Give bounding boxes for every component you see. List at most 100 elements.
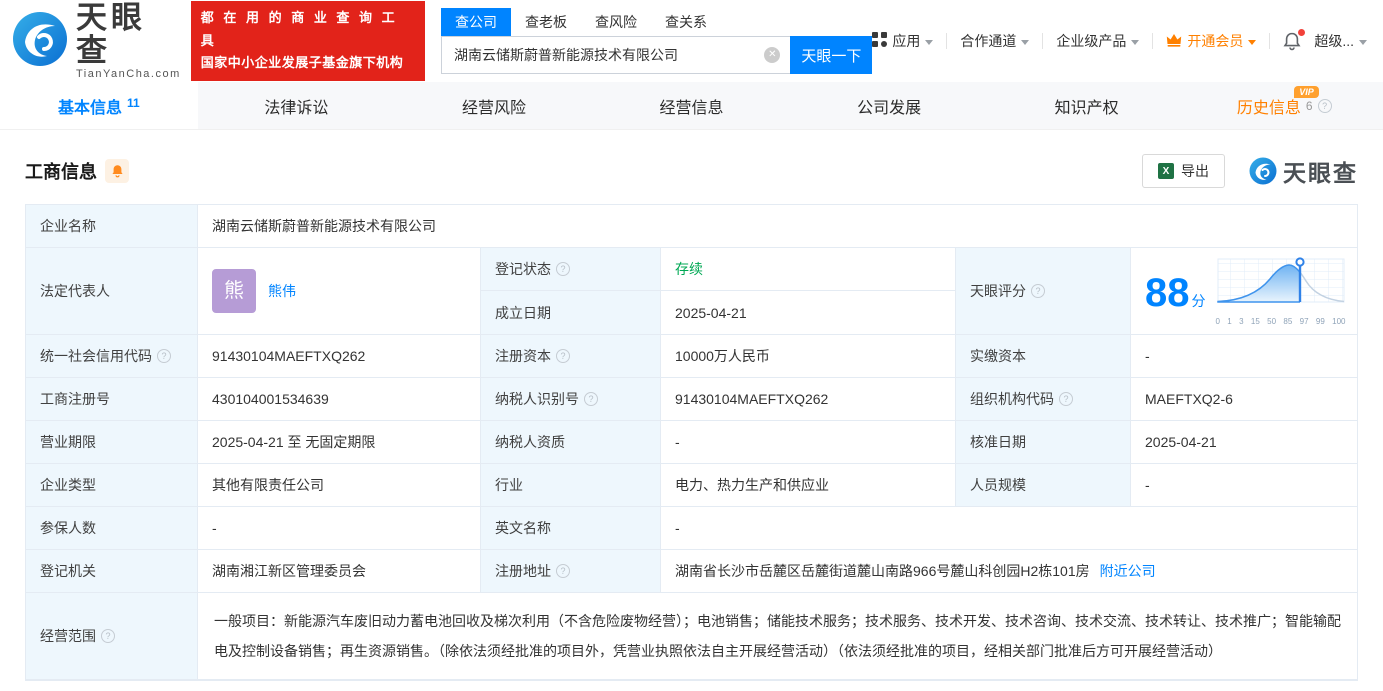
- taxpayer-quality-label: 纳税人资质: [481, 421, 661, 464]
- nav-enterprise-products[interactable]: 企业级产品: [1056, 31, 1139, 51]
- establish-date-value: 2025-04-21: [661, 291, 955, 334]
- reg-capital-label: 注册资本: [481, 335, 661, 378]
- approval-date-value: 2025-04-21: [1131, 421, 1357, 464]
- excel-icon: X: [1158, 163, 1174, 179]
- tab-business-label: 经营信息: [660, 94, 724, 118]
- nav-partner-channel[interactable]: 合作通道: [960, 31, 1029, 51]
- search-tab-relation[interactable]: 查关系: [651, 8, 721, 36]
- tab-company-development[interactable]: 公司发展: [790, 82, 988, 129]
- notification-bell[interactable]: [1283, 32, 1301, 51]
- org-code-label: 组织机构代码: [956, 378, 1131, 421]
- help-icon[interactable]: [584, 392, 598, 406]
- table-row: 工商注册号 430104001534639 纳税人识别号 91430104MAE…: [26, 378, 1357, 421]
- insured-count-value: -: [198, 507, 481, 550]
- search-tab-company[interactable]: 查公司: [441, 8, 511, 36]
- legal-rep-link[interactable]: 熊伟: [268, 281, 296, 301]
- table-row: 统一社会信用代码 91430104MAEFTXQ262 注册资本 10000万人…: [26, 335, 1357, 378]
- business-scope-label-text: 经营范围: [40, 626, 96, 646]
- reg-status-value: 存续: [661, 248, 955, 291]
- reg-authority-label: 登记机关: [26, 550, 198, 593]
- business-term-label: 营业期限: [26, 421, 198, 464]
- help-icon[interactable]: [556, 349, 570, 363]
- axis-tick: 85: [1283, 312, 1292, 332]
- tianyancha-logo[interactable]: 天眼查 TianYanCha.com: [12, 2, 181, 79]
- tab-ip-label: 知识产权: [1055, 94, 1119, 118]
- status-date-subgrid: 登记状态 存续 成立日期 2025-04-21: [481, 248, 956, 335]
- tab-operational-risk[interactable]: 经营风险: [395, 82, 593, 129]
- nav-super-vip[interactable]: 超级...: [1314, 31, 1367, 51]
- reg-address-label: 注册地址: [481, 550, 661, 593]
- axis-tick: 15: [1251, 312, 1260, 332]
- score-label-text: 天眼评分: [970, 281, 1026, 301]
- tab-legal-label: 法律诉讼: [264, 94, 328, 118]
- legal-rep-label: 法定代表人: [26, 248, 198, 335]
- help-icon[interactable]: [1059, 392, 1073, 406]
- nav-open-membership[interactable]: 开通会员: [1166, 31, 1256, 51]
- table-row: 企业名称 湖南云储斯蔚普新能源技术有限公司: [26, 205, 1357, 248]
- table-row: 法定代表人 熊 熊伟 登记状态 存续 成立日期 2025-04-21 天眼评分 …: [26, 248, 1357, 335]
- nav-super-vip-label: 超级...: [1314, 31, 1354, 51]
- avatar[interactable]: 熊: [212, 269, 256, 313]
- company-name-label: 企业名称: [26, 205, 198, 248]
- industry-value: 电力、热力生产和供应业: [661, 464, 956, 507]
- table-row: 营业期限 2025-04-21 至 无固定期限 纳税人资质 - 核准日期 202…: [26, 421, 1357, 464]
- section-title: 工商信息: [25, 158, 97, 184]
- nearby-companies-link[interactable]: 附近公司: [1100, 561, 1156, 581]
- nav-apps[interactable]: 应用: [872, 31, 933, 51]
- tab-intellectual-property[interactable]: 知识产权: [988, 82, 1186, 129]
- chevron-down-icon: [1021, 40, 1029, 45]
- nav-separator: [1042, 33, 1043, 49]
- taxpayer-quality-value: -: [661, 421, 956, 464]
- tab-basic-info-label: 基本信息: [58, 94, 122, 118]
- approval-date-label: 核准日期: [956, 421, 1131, 464]
- taxpayer-id-label-text: 纳税人识别号: [495, 389, 579, 409]
- credit-code-label-text: 统一社会信用代码: [40, 346, 152, 366]
- score-axis-labels: 0 1 3 15 50 85 97 99 100: [1216, 312, 1346, 332]
- credit-code-label: 统一社会信用代码: [26, 335, 198, 378]
- help-icon[interactable]: [556, 262, 570, 276]
- nav-apps-label: 应用: [892, 31, 920, 51]
- nav-separator: [1152, 33, 1153, 49]
- search-tab-boss[interactable]: 查老板: [511, 8, 581, 36]
- reg-number-label: 工商注册号: [26, 378, 198, 421]
- tab-basic-info[interactable]: 基本信息 11: [0, 82, 198, 129]
- score-distribution-chart: 0 1 3 15 50 85 97 99 100: [1216, 255, 1346, 332]
- search-button[interactable]: 天眼一下: [790, 36, 872, 74]
- tianyancha-logo-icon: [12, 11, 68, 72]
- score-cell: 88分: [1131, 248, 1357, 335]
- help-icon[interactable]: [556, 564, 570, 578]
- help-icon[interactable]: [101, 629, 115, 643]
- reg-status-label-text: 登记状态: [495, 259, 551, 279]
- tab-history-info[interactable]: VIP 历史信息 6: [1185, 82, 1383, 129]
- help-icon[interactable]: [1318, 99, 1332, 113]
- axis-tick: 100: [1332, 312, 1345, 332]
- tab-business-info[interactable]: 经营信息: [593, 82, 791, 129]
- axis-tick: 1: [1227, 312, 1231, 332]
- business-scope-value: 一般项目：新能源汽车废旧动力蓄电池回收及梯次利用（不含危险废物经营）；电池销售；…: [198, 593, 1357, 680]
- company-type-label: 企业类型: [26, 464, 198, 507]
- tab-development-label: 公司发展: [857, 94, 921, 118]
- tab-legal-proceedings[interactable]: 法律诉讼: [198, 82, 396, 129]
- chevron-down-icon: [1131, 40, 1139, 45]
- search-tabs: 查公司 查老板 查风险 查关系: [441, 8, 872, 36]
- taxpayer-id-label: 纳税人识别号: [481, 378, 661, 421]
- nav-partner-label: 合作通道: [960, 31, 1016, 51]
- table-row: 登记机关 湖南湘江新区管理委员会 注册地址 湖南省长沙市岳麓区岳麓街道麓山南路9…: [26, 550, 1357, 593]
- vip-badge: VIP: [1294, 86, 1319, 98]
- export-button[interactable]: X 导出: [1142, 154, 1225, 188]
- nav-enterprise-label: 企业级产品: [1056, 31, 1126, 51]
- help-icon[interactable]: [1031, 284, 1045, 298]
- search-tab-risk[interactable]: 查风险: [581, 8, 651, 36]
- table-row: 参保人数 - 英文名称 -: [26, 507, 1357, 550]
- paid-capital-label: 实缴资本: [956, 335, 1131, 378]
- paid-capital-value: -: [1131, 335, 1357, 378]
- search-input[interactable]: [441, 36, 790, 74]
- english-name-value: -: [661, 507, 1357, 550]
- axis-tick: 0: [1216, 312, 1220, 332]
- reg-capital-value: 10000万人民币: [661, 335, 956, 378]
- tab-history-count: 6: [1306, 99, 1313, 113]
- establish-date-label: 成立日期: [481, 291, 661, 334]
- taxpayer-id-value: 91430104MAEFTXQ262: [661, 378, 956, 421]
- help-icon[interactable]: [157, 349, 171, 363]
- subscribe-bell-chip[interactable]: [105, 159, 129, 183]
